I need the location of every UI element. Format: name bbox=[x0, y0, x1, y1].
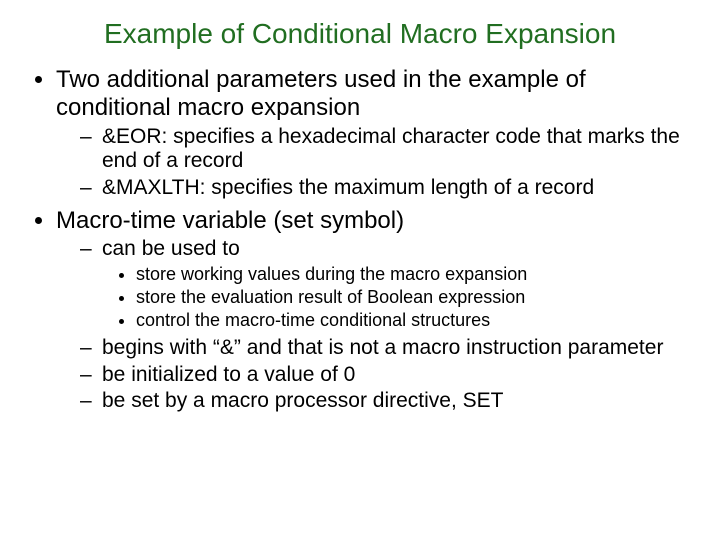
sub-sub-item: control the macro-time conditional struc… bbox=[136, 310, 692, 332]
bullet-text: Macro-time variable (set symbol) bbox=[56, 207, 404, 234]
bullet-list: Two additional parameters used in the ex… bbox=[28, 66, 692, 414]
bullet-item: Two additional parameters used in the ex… bbox=[56, 66, 692, 201]
sub-item: begins with “&” and that is not a macro … bbox=[86, 336, 692, 361]
sub-sub-item: store working values during the macro ex… bbox=[136, 264, 692, 286]
sub-item: &EOR: specifies a hexadecimal character … bbox=[86, 125, 692, 175]
sub-list: &EOR: specifies a hexadecimal character … bbox=[56, 125, 692, 201]
sub-item: can be used to store working values duri… bbox=[86, 237, 692, 332]
sub-sub-list: store working values during the macro ex… bbox=[102, 264, 692, 332]
sub-list: can be used to store working values duri… bbox=[56, 237, 692, 414]
bullet-item: Macro-time variable (set symbol) can be … bbox=[56, 207, 692, 414]
slide-title: Example of Conditional Macro Expansion bbox=[28, 18, 692, 50]
sub-item: &MAXLTH: specifies the maximum length of… bbox=[86, 176, 692, 201]
bullet-text: Two additional parameters used in the ex… bbox=[56, 66, 586, 121]
sub-text: can be used to bbox=[102, 237, 240, 260]
sub-item: be initialized to a value of 0 bbox=[86, 363, 692, 388]
sub-sub-item: store the evaluation result of Boolean e… bbox=[136, 287, 692, 309]
sub-item: be set by a macro processor directive, S… bbox=[86, 389, 692, 414]
slide: Example of Conditional Macro Expansion T… bbox=[0, 0, 720, 540]
